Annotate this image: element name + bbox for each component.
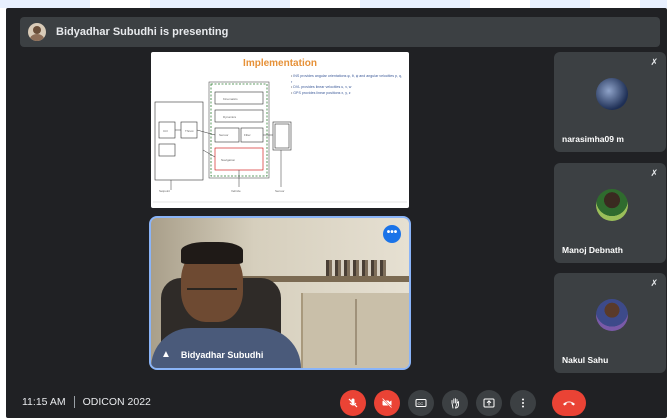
meeting-name: ODICON 2022: [82, 396, 151, 408]
top-stripe: [0, 0, 667, 8]
meeting-controls-bar: 11:15 AM ODICON 2022 CC: [6, 382, 667, 418]
participant-avatar: [596, 299, 628, 331]
raise-hand-icon: [451, 398, 459, 409]
mic-off-icon: ✗: [650, 57, 658, 67]
top-stripe-band: [470, 0, 530, 8]
camera-toggle-button[interactable]: [374, 390, 400, 416]
participant-name: narasimha09 m: [562, 134, 624, 144]
captions-icon: CC: [415, 399, 427, 407]
presenter-video-tile[interactable]: ••• ▲ Bidyadhar Subudhi: [151, 218, 409, 368]
slide-bullet: INS provides angular orientations φ, θ, …: [291, 74, 403, 85]
top-stripe-band: [590, 0, 640, 8]
participant-tile[interactable]: ✗ Nakul Sahu: [554, 273, 666, 373]
meeting-time: 11:15 AM: [22, 396, 66, 408]
meeting-info: 11:15 AM ODICON 2022: [22, 396, 151, 408]
top-stripe-band: [290, 0, 360, 8]
video-person-glasses: [187, 288, 237, 296]
participant-name: Manoj Debnath: [562, 245, 623, 255]
video-person-hair: [181, 242, 243, 264]
svg-text:Dynamics: Dynamics: [223, 115, 237, 119]
presenter-name-tag: ▲ Bidyadhar Subudhi: [161, 349, 263, 360]
svg-text:CC: CC: [418, 401, 424, 406]
meeting-info-divider: [73, 396, 75, 408]
svg-text:Navigation: Navigation: [221, 158, 236, 162]
svg-text:Vehicle: Vehicle: [231, 189, 241, 193]
svg-text:Sensor: Sensor: [275, 189, 285, 193]
mic-off-icon: [348, 398, 358, 408]
more-options-icon: [522, 398, 524, 408]
svg-text:Thrust: Thrust: [185, 129, 194, 133]
mic-toggle-button[interactable]: [340, 390, 366, 416]
top-stripe-band: [90, 0, 150, 8]
captions-button[interactable]: CC: [408, 390, 434, 416]
participant-tile[interactable]: ✗ narasimha09 m: [554, 52, 666, 152]
leave-call-button[interactable]: [552, 390, 586, 416]
svg-text:Sensor: Sensor: [219, 133, 229, 137]
presenter-name: Bidyadhar Subudhi: [180, 349, 264, 360]
tile-more-options-button[interactable]: •••: [383, 225, 401, 243]
participant-avatar: [596, 189, 628, 221]
pin-icon[interactable]: ▲: [161, 349, 171, 360]
svg-text:Ctrl: Ctrl: [163, 129, 168, 133]
mic-off-icon: ✗: [650, 278, 658, 288]
video-books: [326, 260, 386, 276]
participant-avatar: [596, 78, 628, 110]
present-now-button[interactable]: [476, 390, 502, 416]
camera-off-icon: [381, 397, 393, 409]
raise-hand-button[interactable]: [442, 390, 468, 416]
shared-slide[interactable]: Implementation Ctrl Thrust Kinematics Dy…: [151, 52, 409, 208]
hang-up-icon: [563, 401, 575, 406]
video-person-body: [151, 328, 301, 368]
svg-text:Setpoint: Setpoint: [159, 189, 170, 193]
meeting-window: Bidyadhar Subudhi is presenting Implemen…: [6, 8, 667, 418]
svg-text:Kinematics: Kinematics: [223, 97, 238, 101]
video-cabinet: [301, 293, 409, 368]
mic-off-icon: ✗: [650, 168, 658, 178]
presenter-avatar: [28, 23, 46, 41]
presenting-banner: Bidyadhar Subudhi is presenting: [20, 17, 660, 47]
slide-bullet: GPS provides linear positions x, y, z: [291, 91, 403, 97]
svg-text:Filter: Filter: [244, 133, 251, 137]
present-icon: [483, 398, 495, 408]
participant-name: Nakul Sahu: [562, 355, 609, 365]
more-options-button[interactable]: [510, 390, 536, 416]
presenting-title: Bidyadhar Subudhi is presenting: [56, 26, 229, 38]
participant-tile[interactable]: ✗ Manoj Debnath: [554, 163, 666, 263]
slide-bullets: INS provides angular orientations φ, θ, …: [291, 74, 403, 96]
